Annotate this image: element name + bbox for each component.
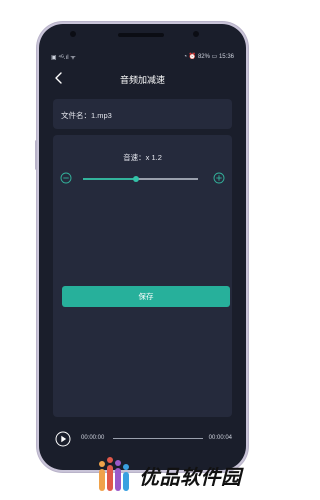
phone-power-button [246, 170, 249, 206]
front-sensor [70, 31, 76, 37]
play-icon [55, 431, 71, 447]
brand-text: 优品软件园 [139, 467, 242, 489]
current-time: 00:00:00 [81, 435, 105, 441]
phone-volume-button [35, 140, 38, 170]
status-left: ▣ ⁴ᴳ.ıl ᯤ [51, 55, 76, 61]
file-name-label: 文件名：1.mp3 [61, 111, 112, 120]
save-button[interactable]: 保存 [62, 286, 230, 307]
speed-label: 音速：x 1.2 [123, 153, 162, 162]
speed-slider-fill [83, 178, 136, 180]
speed-slider[interactable] [83, 175, 198, 182]
watermark-logo: 优品软件园 [95, 456, 270, 496]
people-logo-icon [99, 457, 129, 491]
nav-bar: 音频加减速 [47, 68, 238, 90]
decrease-button[interactable] [60, 171, 72, 184]
playback-progress[interactable] [113, 438, 203, 439]
audio-player: 00:00:00 00:00:04 [47, 425, 238, 453]
front-camera [193, 31, 199, 37]
speed-slider-thumb[interactable] [132, 175, 139, 182]
app-screen: ▣ ⁴ᴳ.ıl ᯤ ◔ ⏰ 82% ▭ 15:36 音频加减速 文件名：1.mp… [47, 50, 238, 453]
plus-circle-icon [213, 172, 225, 184]
minus-circle-icon [60, 172, 72, 184]
status-right: ◔ ⏰ 82% ▭ 15:36 [183, 54, 234, 60]
speed-slider-row [53, 169, 232, 187]
page-title: 音频加减速 [119, 75, 165, 85]
total-time: 00:00:04 [208, 435, 232, 441]
earpiece-speaker [118, 33, 164, 37]
file-card: 文件名：1.mp3 [53, 99, 232, 129]
status-bar: ▣ ⁴ᴳ.ıl ᯤ ◔ ⏰ 82% ▭ 15:36 [47, 50, 238, 62]
increase-button[interactable] [213, 171, 225, 184]
play-button[interactable] [55, 431, 71, 447]
speed-card: 音速：x 1.2 保存 [53, 135, 232, 417]
